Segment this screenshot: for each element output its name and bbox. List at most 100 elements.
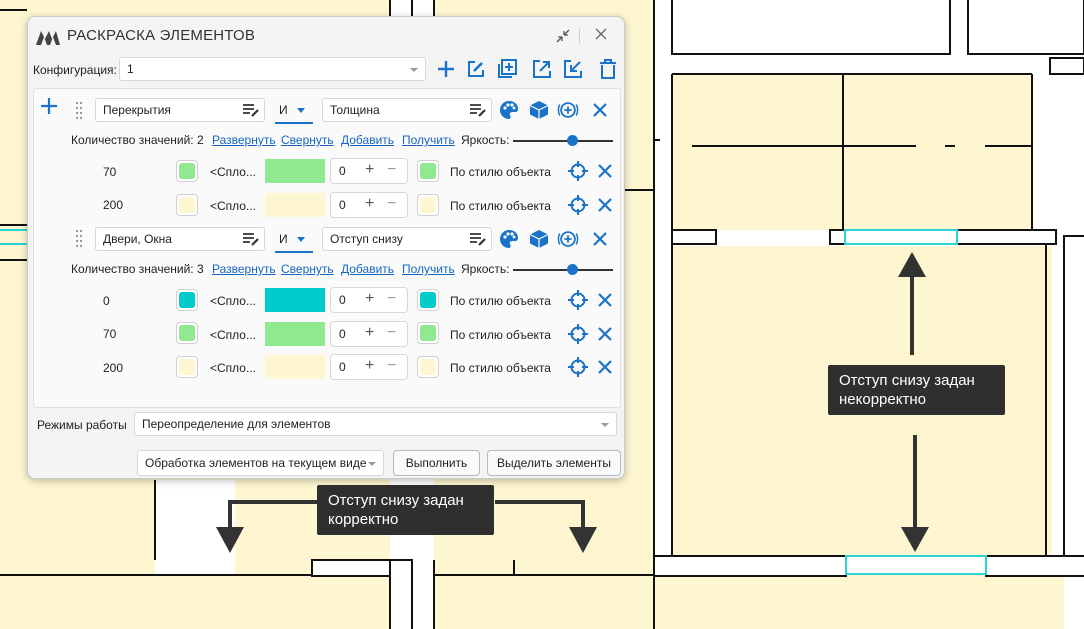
edit-config-icon[interactable] <box>465 58 487 80</box>
plus-icon[interactable]: + <box>365 357 374 375</box>
collapse-window-icon[interactable] <box>552 25 574 47</box>
brightness-slider-knob[interactable] <box>567 264 578 275</box>
fill-color-swatch[interactable] <box>176 160 198 182</box>
minus-icon[interactable]: − <box>387 195 396 213</box>
offset-stepper[interactable]: 0 + − <box>330 192 408 218</box>
plus-icon[interactable]: + <box>365 195 374 213</box>
palette-icon[interactable] <box>498 99 520 121</box>
line-color-swatch[interactable] <box>417 322 439 344</box>
palette-icon[interactable] <box>498 228 520 250</box>
close-window-icon[interactable] <box>590 23 612 45</box>
offset-stepper[interactable]: 0 + − <box>330 354 408 380</box>
pattern-preview[interactable] <box>265 288 325 312</box>
target-icon[interactable] <box>567 194 589 216</box>
minus-icon[interactable]: − <box>387 357 396 375</box>
get-link[interactable]: Получить <box>402 262 455 276</box>
target-icon[interactable] <box>567 356 589 378</box>
config-label: Конфигурация: <box>33 63 117 77</box>
import-config-icon[interactable] <box>562 58 584 80</box>
line-color-swatch[interactable] <box>417 160 439 182</box>
delete-value-icon[interactable] <box>594 323 616 345</box>
add-value-circle-icon[interactable] <box>557 99 579 121</box>
run-button[interactable]: Выполнить <box>393 450 480 476</box>
pattern-text: <Спло... <box>210 328 256 342</box>
line-color-swatch[interactable] <box>417 289 439 311</box>
chevron-down-icon <box>410 68 418 72</box>
parameter-select[interactable]: Толщина <box>322 98 492 122</box>
pattern-preview[interactable] <box>265 159 325 183</box>
offset-stepper[interactable]: 0 + − <box>330 158 408 184</box>
add-link[interactable]: Добавить <box>341 133 394 147</box>
brightness-slider-track[interactable] <box>513 140 613 142</box>
expand-link[interactable]: Развернуть <box>212 133 276 147</box>
delete-value-icon[interactable] <box>594 160 616 182</box>
filter-edit-icon <box>243 233 259 246</box>
brightness-slider-knob[interactable] <box>567 135 578 146</box>
plus-icon[interactable]: + <box>365 290 374 308</box>
pattern-preview[interactable] <box>265 322 325 346</box>
add-link[interactable]: Добавить <box>341 262 394 276</box>
delete-rule-icon[interactable] <box>589 99 611 121</box>
operator-select[interactable]: И <box>275 98 313 124</box>
export-config-icon[interactable] <box>531 58 553 80</box>
callout-correct: Отступ снизу задан корректно <box>317 485 494 535</box>
parameter-value: Толщина <box>330 103 380 117</box>
operator-select[interactable]: И <box>275 227 313 253</box>
mode-label: Режимы работы <box>37 418 127 432</box>
offset-stepper[interactable]: 0 + − <box>330 321 408 347</box>
color-fill <box>179 197 195 213</box>
mode-select[interactable]: Переопределение для элементов <box>134 412 617 436</box>
expand-link[interactable]: Развернуть <box>212 262 276 276</box>
delete-rule-icon[interactable] <box>589 228 611 250</box>
pattern-preview[interactable] <box>265 355 325 379</box>
offset-stepper[interactable]: 0 + − <box>330 287 408 313</box>
minus-icon[interactable]: − <box>387 324 396 342</box>
drag-handle-icon[interactable] <box>76 230 84 247</box>
pattern-text: <Спло... <box>210 165 256 179</box>
cube-icon[interactable] <box>528 99 550 121</box>
get-link[interactable]: Получить <box>402 133 455 147</box>
offset-value: 0 <box>339 360 346 374</box>
add-value-circle-icon[interactable] <box>557 228 579 250</box>
minus-icon[interactable]: − <box>387 161 396 179</box>
target-icon[interactable] <box>567 160 589 182</box>
fill-color-swatch[interactable] <box>176 194 198 216</box>
category-select[interactable]: Перекрытия <box>95 98 265 122</box>
line-color-swatch[interactable] <box>417 194 439 216</box>
target-icon[interactable] <box>567 323 589 345</box>
category-select[interactable]: Двери, Окна <box>95 227 265 251</box>
style-text: По стилю объекта <box>450 328 551 342</box>
line-color-swatch[interactable] <box>417 356 439 378</box>
parameter-select[interactable]: Отступ снизу <box>322 227 492 251</box>
coloring-dialog: РАСКРАСКА ЭЛЕМЕНТОВ Конфигурация: 1 Пере… <box>27 16 625 479</box>
value-text: 200 <box>103 361 124 375</box>
fill-color-swatch[interactable] <box>176 289 198 311</box>
fill-color-swatch[interactable] <box>176 356 198 378</box>
add-config-icon[interactable] <box>435 58 457 80</box>
target-icon[interactable] <box>567 289 589 311</box>
delete-config-icon[interactable] <box>597 58 619 80</box>
filter-edit-icon <box>243 104 259 117</box>
fill-color-swatch[interactable] <box>176 322 198 344</box>
cube-icon[interactable] <box>528 228 550 250</box>
select-elements-button[interactable]: Выделить элементы <box>487 450 621 476</box>
minus-icon[interactable]: − <box>387 290 396 308</box>
collapse-link[interactable]: Свернуть <box>281 262 334 276</box>
collapse-link[interactable]: Свернуть <box>281 133 334 147</box>
plus-icon[interactable]: + <box>365 324 374 342</box>
pattern-preview[interactable] <box>265 193 325 217</box>
drag-handle-icon[interactable] <box>76 102 84 119</box>
delete-value-icon[interactable] <box>594 194 616 216</box>
offset-value: 0 <box>339 198 346 212</box>
add-rule-icon[interactable] <box>38 95 60 117</box>
delete-value-icon[interactable] <box>594 356 616 378</box>
config-select[interactable]: 1 <box>119 57 426 81</box>
plus-icon[interactable]: + <box>365 161 374 179</box>
color-fill <box>179 163 195 179</box>
delete-value-icon[interactable] <box>594 289 616 311</box>
brightness-slider-track[interactable] <box>513 269 613 271</box>
offset-value: 0 <box>339 293 346 307</box>
color-fill <box>179 292 195 308</box>
scope-select[interactable]: Обработка элементов на текущем виде <box>137 450 384 476</box>
copy-config-icon[interactable] <box>496 58 518 80</box>
